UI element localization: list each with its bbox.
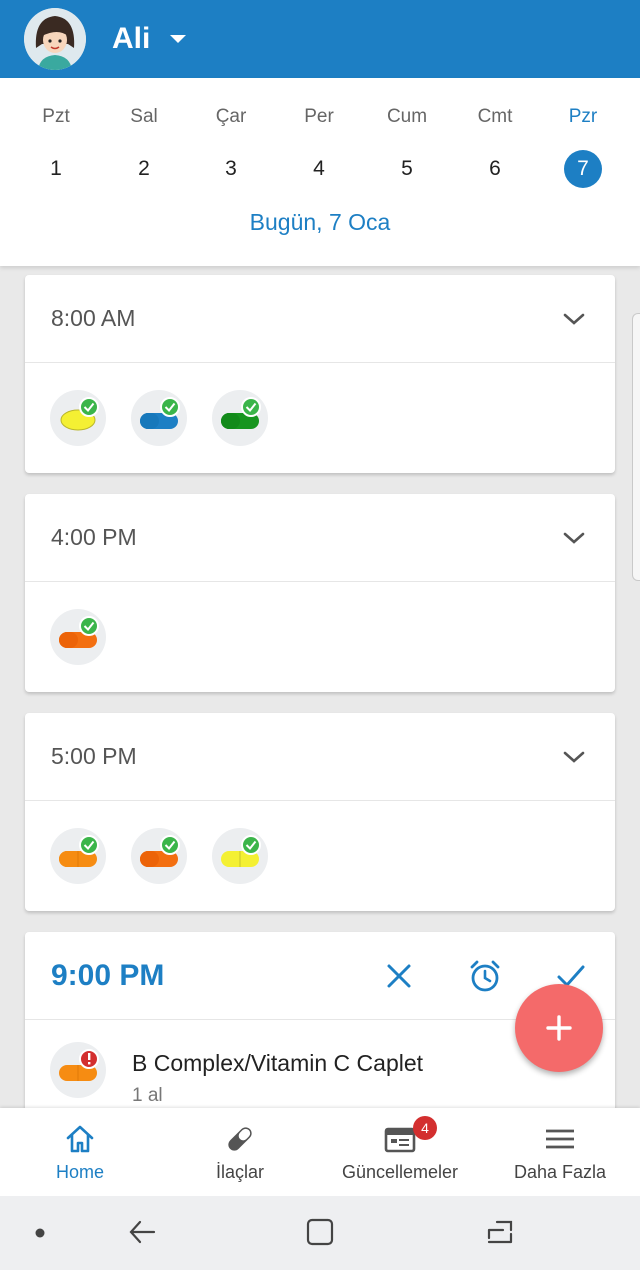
system-navigation-bar — [0, 1196, 640, 1270]
pill-taken[interactable] — [50, 609, 106, 665]
dose-card-header[interactable]: 4:00 PM — [25, 494, 615, 582]
pill-checked-icon — [221, 397, 261, 429]
day-thu[interactable]: Per 4 — [284, 106, 354, 188]
pill-taken[interactable] — [212, 390, 268, 446]
dose-card: 4:00 PM — [25, 494, 615, 692]
week-strip: Pzt 1 Sal 2 Çar 3 Per 4 Cum 5 Cmt 6 Pzr … — [0, 78, 640, 266]
active-dose-time: 9:00 PM — [51, 958, 165, 992]
dose-time: 4:00 PM — [51, 524, 137, 550]
pill-taken[interactable] — [50, 828, 106, 884]
dose-card: 5:00 PM — [25, 713, 615, 911]
add-fab-button[interactable] — [515, 984, 603, 1072]
day-name: Pzt — [42, 106, 70, 127]
pill-checked-icon — [59, 616, 99, 648]
dot-icon[interactable] — [34, 1227, 46, 1239]
plus-icon — [546, 1015, 572, 1041]
pill-checked-icon — [140, 397, 180, 429]
pill-taken[interactable] — [131, 828, 187, 884]
day-number: 7 — [564, 150, 602, 188]
day-tue[interactable]: Sal 2 — [109, 106, 179, 188]
app-header: Ali — [0, 0, 640, 78]
day-name: Cum — [386, 106, 428, 127]
calendar-icon — [384, 1127, 416, 1153]
dose-time: 5:00 PM — [51, 743, 137, 769]
chevron-down-icon[interactable] — [559, 742, 589, 772]
day-number: 4 — [313, 157, 325, 180]
scroll-indicator — [632, 313, 640, 581]
day-number: 2 — [138, 157, 150, 180]
pill-taken[interactable] — [131, 390, 187, 446]
recent-apps-icon[interactable] — [483, 1216, 517, 1248]
day-fri[interactable]: Cum 5 — [372, 106, 442, 188]
pill-missed — [50, 1042, 106, 1098]
back-arrow-icon[interactable] — [126, 1216, 158, 1248]
day-name: Sal — [130, 106, 158, 127]
nav-home[interactable]: Home — [0, 1108, 160, 1196]
medication-name: B Complex/Vitamin C Caplet — [132, 1050, 424, 1076]
day-sat[interactable]: Cmt 6 — [460, 106, 530, 188]
user-name[interactable]: Ali — [112, 22, 150, 56]
medication-dose: 1 al — [132, 1085, 163, 1106]
day-name: Pzr — [568, 106, 598, 127]
nav-label: Daha Fazla — [513, 1162, 607, 1182]
day-name: Per — [304, 106, 334, 127]
chevron-down-icon[interactable] — [559, 304, 589, 334]
account-dropdown-icon[interactable] — [170, 35, 187, 43]
alarm-snooze-icon[interactable] — [467, 958, 503, 994]
today-label[interactable]: Bugün, 7 Oca — [0, 209, 640, 236]
dose-card-header[interactable]: 5:00 PM — [25, 713, 615, 801]
chevron-down-icon[interactable] — [559, 523, 589, 553]
day-number: 6 — [489, 157, 501, 180]
nav-label: Güncellemeler — [341, 1162, 459, 1182]
pill-taken[interactable] — [212, 828, 268, 884]
skip-x-icon[interactable] — [381, 958, 417, 994]
home-icon — [66, 1125, 94, 1153]
nav-more[interactable]: Daha Fazla — [480, 1108, 640, 1196]
nav-medications[interactable]: İlaçlar — [160, 1108, 320, 1196]
pill-checked-icon — [221, 835, 261, 867]
day-wed[interactable]: Çar 3 — [196, 106, 266, 188]
day-sun-selected[interactable]: Pzr 7 — [548, 106, 618, 188]
bottom-nav: Home İlaçlar 4 Güncellemeler Daha Fazla — [0, 1108, 640, 1196]
avatar[interactable] — [24, 8, 86, 70]
pill-taken[interactable] — [50, 390, 106, 446]
home-square-icon[interactable] — [305, 1217, 335, 1247]
day-number: 1 — [50, 157, 62, 180]
dose-time: 8:00 AM — [51, 305, 136, 331]
pill-icon — [228, 1127, 252, 1151]
pill-checked-icon — [140, 835, 180, 867]
day-name: Çar — [215, 106, 247, 127]
day-mon[interactable]: Pzt 1 — [21, 106, 91, 188]
dose-card-header[interactable]: 8:00 AM — [25, 275, 615, 363]
day-name: Cmt — [477, 106, 513, 127]
nav-updates[interactable]: 4 Güncellemeler — [320, 1108, 480, 1196]
nav-label: İlaçlar — [215, 1162, 264, 1182]
menu-icon — [546, 1129, 574, 1149]
pill-alert-icon — [59, 1049, 99, 1081]
notification-badge: 4 — [413, 1116, 437, 1140]
nav-label: Home — [55, 1162, 104, 1182]
pill-checked-icon — [60, 397, 99, 431]
day-number: 5 — [401, 157, 413, 180]
day-number: 3 — [225, 157, 237, 180]
pill-checked-icon — [59, 835, 99, 867]
dose-card: 8:00 AM — [25, 275, 615, 473]
